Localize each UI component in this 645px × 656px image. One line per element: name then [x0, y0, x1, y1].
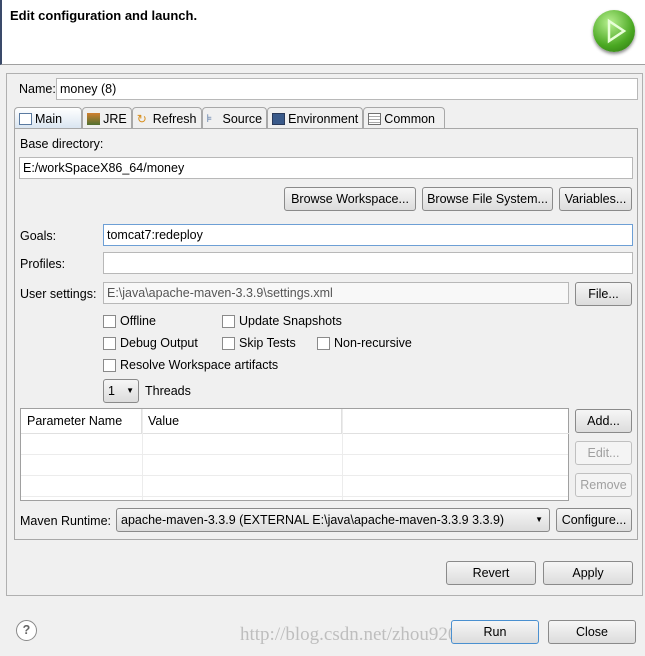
- profiles-label: Profiles:: [20, 257, 66, 271]
- tab-label: Refresh: [152, 111, 197, 126]
- profiles-input[interactable]: [103, 252, 633, 274]
- edit-button[interactable]: Edit...: [575, 441, 632, 465]
- add-button[interactable]: Add...: [575, 409, 632, 433]
- tab-source[interactable]: ⊧ Source: [201, 107, 268, 129]
- tab-environment[interactable]: Environment: [267, 107, 364, 129]
- checkbox-label: Offline: [120, 314, 156, 328]
- base-directory-input[interactable]: E:/workSpaceX86_64/money: [19, 157, 633, 179]
- tab-bar: Main JRE ↻ Refresh ⊧ Source Environment Co…: [14, 107, 446, 129]
- dialog-header: Edit configuration and launch.: [0, 0, 645, 65]
- tab-label: Main: [35, 111, 63, 126]
- source-icon: ⊧: [206, 112, 213, 125]
- parameters-table[interactable]: Parameter Name Value: [20, 408, 569, 501]
- checkbox-box: [103, 358, 116, 372]
- browse-workspace-button[interactable]: Browse Workspace...: [284, 187, 416, 211]
- run-button[interactable]: Run: [451, 620, 539, 644]
- checkbox-label: Non-recursive: [334, 336, 412, 350]
- threads-value: 1: [108, 384, 115, 398]
- non-recursive-checkbox[interactable]: Non-recursive: [317, 336, 412, 350]
- tab-jre[interactable]: JRE: [82, 107, 132, 129]
- name-label: Name:: [19, 82, 56, 96]
- column-header-empty: [342, 409, 569, 434]
- file-button[interactable]: File...: [575, 282, 632, 306]
- environment-icon: [272, 112, 286, 125]
- offline-checkbox[interactable]: Offline: [103, 314, 156, 328]
- column-header-value[interactable]: Value: [142, 409, 342, 434]
- checkbox-label: Skip Tests: [239, 336, 296, 350]
- tab-refresh[interactable]: ↻ Refresh: [131, 107, 202, 129]
- checkbox-label: Resolve Workspace artifacts: [120, 358, 279, 372]
- tab-main[interactable]: Main: [14, 107, 83, 129]
- maven-runtime-value: apache-maven-3.3.9 (EXTERNAL E:\java\apa…: [121, 513, 505, 527]
- maven-runtime-label: Maven Runtime:: [20, 514, 112, 528]
- tab-label: JRE: [103, 111, 127, 126]
- maven-runtime-select[interactable]: apache-maven-3.3.9 (EXTERNAL E:\java\apa…: [116, 508, 550, 532]
- user-settings-label: User settings:: [20, 287, 97, 301]
- tab-label: Source: [222, 111, 263, 126]
- chevron-down-icon: ▼: [126, 386, 134, 395]
- remove-button[interactable]: Remove: [575, 473, 632, 497]
- column-divider: [142, 409, 143, 500]
- name-input[interactable]: money (8): [56, 78, 638, 100]
- goals-label: Goals:: [20, 229, 57, 243]
- help-icon[interactable]: ?: [16, 620, 37, 641]
- table-row: [21, 455, 568, 476]
- checkbox-label: Debug Output: [120, 336, 198, 350]
- debug-output-checkbox[interactable]: Debug Output: [103, 336, 198, 350]
- tab-label: Common: [384, 111, 436, 126]
- revert-button[interactable]: Revert: [446, 561, 536, 585]
- base-directory-label: Base directory:: [20, 137, 104, 151]
- update-snapshots-checkbox[interactable]: Update Snapshots: [222, 314, 342, 328]
- common-icon: [368, 112, 382, 125]
- column-header-parameter-name[interactable]: Parameter Name: [21, 409, 142, 434]
- goals-input[interactable]: tomcat7:redeploy: [103, 224, 633, 246]
- run-icon: [593, 10, 635, 52]
- skip-tests-checkbox[interactable]: Skip Tests: [222, 336, 296, 350]
- user-settings-input[interactable]: E:\java\apache-maven-3.3.9\settings.xml: [103, 282, 569, 304]
- checkbox-label: Update Snapshots: [239, 314, 342, 328]
- table-row: [21, 476, 568, 497]
- tab-label: Environment: [288, 111, 359, 126]
- variables-button[interactable]: Variables...: [559, 187, 632, 211]
- browse-file-system-button[interactable]: Browse File System...: [422, 187, 553, 211]
- checkbox-box: [222, 336, 235, 350]
- refresh-icon: ↻: [136, 111, 147, 126]
- threads-label: Threads: [145, 384, 191, 398]
- threads-select[interactable]: 1 ▼: [103, 379, 139, 403]
- dialog-title: Edit configuration and launch.: [10, 8, 198, 23]
- checkbox-box: [317, 336, 330, 350]
- jre-icon: [87, 112, 101, 125]
- chevron-down-icon: ▼: [535, 515, 543, 524]
- checkbox-box: [222, 314, 235, 328]
- column-divider: [342, 409, 343, 500]
- apply-button[interactable]: Apply: [543, 561, 633, 585]
- main-tab-icon: [19, 112, 32, 125]
- checkbox-box: [103, 336, 116, 350]
- checkbox-box: [103, 314, 116, 328]
- tab-common[interactable]: Common: [363, 107, 446, 129]
- resolve-workspace-checkbox[interactable]: Resolve Workspace artifacts: [103, 358, 278, 372]
- table-row: [21, 434, 568, 455]
- close-button[interactable]: Close: [548, 620, 636, 644]
- configure-button[interactable]: Configure...: [556, 508, 632, 532]
